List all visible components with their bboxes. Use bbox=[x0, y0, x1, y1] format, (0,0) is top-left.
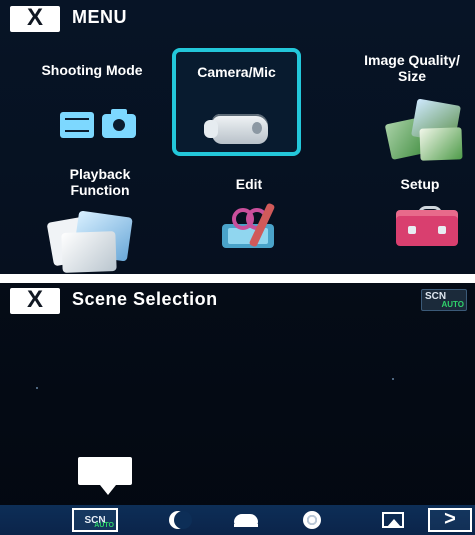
scene-close-button[interactable]: X bbox=[10, 288, 60, 314]
menu-top-bar: X MENU bbox=[0, 0, 475, 36]
toolbox-icon bbox=[396, 206, 458, 246]
scene-selection-screen: X Scene Selection SCN AUTO SCN AUTO > bbox=[0, 283, 475, 535]
playback-icon bbox=[46, 210, 140, 273]
selection-tooltip-bubble bbox=[78, 457, 132, 495]
menu-tile-setup[interactable]: Setup bbox=[370, 176, 470, 266]
scn-auto-badge: SCN AUTO bbox=[421, 289, 467, 311]
camcorder-icon bbox=[204, 114, 268, 144]
menu-tile-playback-function[interactable]: Playback Function bbox=[40, 166, 160, 273]
menu-close-button[interactable]: X bbox=[10, 6, 60, 32]
image-quality-label-line-2: Size bbox=[397, 68, 426, 84]
screen-speck bbox=[36, 387, 38, 389]
scene-next-button[interactable]: > bbox=[428, 508, 472, 532]
camera-mic-label: Camera/Mic bbox=[197, 64, 276, 80]
scn-option-auto: AUTO bbox=[94, 522, 114, 529]
setup-label: Setup bbox=[400, 176, 440, 192]
photo-stack-3 bbox=[419, 127, 463, 161]
camera-top bbox=[111, 109, 127, 116]
film-icon bbox=[60, 112, 94, 138]
menu-title: MENU bbox=[72, 7, 127, 27]
edit-icon bbox=[214, 202, 284, 256]
toolbox-body bbox=[396, 216, 458, 246]
scene-option-night[interactable] bbox=[168, 508, 192, 532]
scene-top-bar: X Scene Selection SCN AUTO bbox=[0, 283, 475, 319]
chevron-right-icon: > bbox=[444, 508, 456, 530]
scene-title: Scene Selection bbox=[72, 289, 218, 309]
screen-speck bbox=[392, 378, 394, 380]
menu-tile-camera-mic[interactable]: Camera/Mic bbox=[172, 48, 301, 156]
playback-label-line-2: Function bbox=[70, 182, 130, 198]
image-quality-icon bbox=[384, 98, 468, 162]
close-icon: X bbox=[26, 286, 43, 313]
menu-tile-edit[interactable]: Edit bbox=[204, 176, 294, 266]
menu-screen: X MENU Shooting Mode Camera/Mic Image Qu… bbox=[0, 0, 475, 274]
scene-option-macro[interactable] bbox=[300, 508, 324, 532]
camera-icon bbox=[102, 109, 136, 138]
edit-label: Edit bbox=[235, 176, 263, 192]
playback-label-line-1: Playback bbox=[69, 166, 131, 182]
camera-lens bbox=[113, 119, 125, 131]
scn-badge-auto: AUTO bbox=[441, 300, 464, 309]
toolbox-latch-left bbox=[408, 226, 416, 234]
close-icon: X bbox=[26, 4, 43, 31]
menu-tile-image-quality-size[interactable]: Image Quality/ Size bbox=[352, 52, 472, 162]
scene-option-landscape[interactable] bbox=[378, 508, 408, 532]
toolbox-latch-right bbox=[438, 226, 446, 234]
image-quality-label-line-1: Image Quality/ bbox=[364, 52, 460, 68]
scene-option-sport[interactable] bbox=[232, 508, 260, 532]
menu-tile-shooting-mode[interactable]: Shooting Mode bbox=[24, 62, 160, 152]
shooting-mode-label: Shooting Mode bbox=[41, 62, 143, 78]
scene-option-scn-auto[interactable]: SCN AUTO bbox=[72, 508, 118, 532]
playback-photo-3 bbox=[61, 231, 117, 273]
shooting-mode-icon bbox=[60, 109, 138, 138]
scene-option-bar: SCN AUTO > bbox=[0, 505, 475, 535]
